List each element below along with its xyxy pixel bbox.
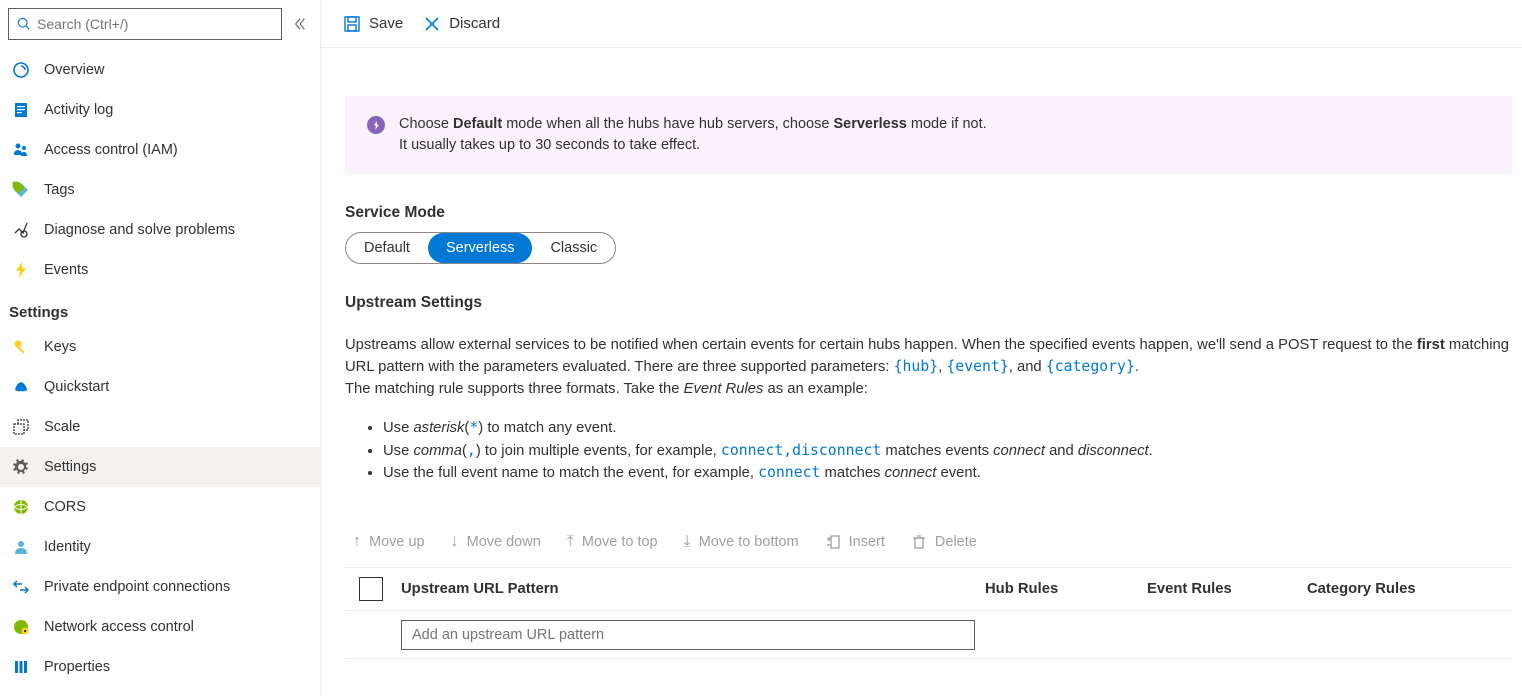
info-text: Choose Default mode when all the hubs ha… bbox=[399, 114, 987, 156]
arrow-top-icon: ⤒ bbox=[567, 533, 574, 551]
discard-icon bbox=[423, 15, 441, 33]
nav-label: Events bbox=[44, 262, 88, 278]
main-content: Save Discard Choose Default mode when al… bbox=[321, 0, 1522, 696]
col-hub-header: Hub Rules bbox=[985, 581, 1147, 597]
save-label: Save bbox=[369, 15, 403, 32]
sidebar: Overview Activity log Access control (IA… bbox=[0, 0, 321, 696]
nav-label: Access control (IAM) bbox=[44, 142, 178, 158]
nav-cors[interactable]: CORS bbox=[0, 487, 320, 527]
search-icon bbox=[17, 17, 31, 31]
access-control-icon bbox=[12, 141, 30, 159]
nav-tags[interactable]: Tags bbox=[0, 170, 320, 210]
nav-scale[interactable]: Scale bbox=[0, 407, 320, 447]
nav-label: Private endpoint connections bbox=[44, 579, 230, 595]
arrow-down-icon: ↓ bbox=[451, 533, 459, 551]
rule-item: Use the full event name to match the eve… bbox=[383, 462, 1512, 485]
upstream-rules-list: Use asterisk(*) to match any event. Use … bbox=[383, 417, 1512, 486]
col-url-header: Upstream URL Pattern bbox=[401, 581, 985, 597]
tags-icon bbox=[12, 181, 30, 199]
nav-label: Keys bbox=[44, 339, 76, 355]
save-icon bbox=[343, 15, 361, 33]
insert-icon bbox=[825, 534, 841, 550]
table-header: Upstream URL Pattern Hub Rules Event Rul… bbox=[345, 567, 1512, 611]
move-top-button[interactable]: ⤒Move to top bbox=[567, 533, 658, 551]
move-bottom-button[interactable]: ⤓Move to bottom bbox=[684, 533, 799, 551]
info-box: Choose Default mode when all the hubs ha… bbox=[345, 96, 1512, 174]
nav-overview[interactable]: Overview bbox=[0, 50, 320, 90]
quickstart-icon bbox=[12, 378, 30, 396]
upstream-title: Upstream Settings bbox=[345, 294, 1512, 312]
nav-label: Scale bbox=[44, 419, 80, 435]
activity-log-icon bbox=[12, 101, 30, 119]
identity-icon bbox=[12, 538, 30, 556]
table-row bbox=[345, 611, 1512, 659]
discard-label: Discard bbox=[449, 15, 500, 32]
nav-identity[interactable]: Identity bbox=[0, 527, 320, 567]
search-input[interactable] bbox=[37, 16, 273, 32]
cors-icon bbox=[12, 498, 30, 516]
diagnose-icon bbox=[12, 221, 30, 239]
nav-keys[interactable]: Keys bbox=[0, 327, 320, 367]
nav-private-endpoint[interactable]: Private endpoint connections bbox=[0, 567, 320, 607]
nav-settings[interactable]: Settings bbox=[0, 447, 320, 487]
nav-network-access[interactable]: Network access control bbox=[0, 607, 320, 647]
arrow-up-icon: ↑ bbox=[353, 533, 361, 551]
scale-icon bbox=[12, 418, 30, 436]
toolbar: Save Discard bbox=[321, 0, 1522, 48]
nav-section-settings: Settings bbox=[0, 290, 320, 327]
nav-events[interactable]: Events bbox=[0, 250, 320, 290]
col-event-header: Event Rules bbox=[1147, 581, 1307, 597]
upstream-url-input[interactable] bbox=[401, 620, 975, 650]
nav-label: CORS bbox=[44, 499, 86, 515]
upstream-description: Upstreams allow external services to be … bbox=[345, 334, 1512, 401]
nav-quickstart[interactable]: Quickstart bbox=[0, 367, 320, 407]
nav-diagnose[interactable]: Diagnose and solve problems bbox=[0, 210, 320, 250]
collapse-sidebar-button[interactable] bbox=[288, 12, 312, 36]
nav-label: Properties bbox=[44, 659, 110, 675]
insert-button[interactable]: Insert bbox=[825, 533, 885, 551]
content-area: Choose Default mode when all the hubs ha… bbox=[321, 48, 1522, 659]
network-access-icon bbox=[12, 618, 30, 636]
nav-label: Settings bbox=[44, 459, 96, 475]
nav-main: Overview Activity log Access control (IA… bbox=[0, 44, 320, 687]
overview-icon bbox=[12, 61, 30, 79]
nav-access-control[interactable]: Access control (IAM) bbox=[0, 130, 320, 170]
move-down-button[interactable]: ↓Move down bbox=[451, 533, 541, 551]
nav-label: Diagnose and solve problems bbox=[44, 222, 235, 238]
mode-default[interactable]: Default bbox=[346, 233, 428, 263]
gear-icon bbox=[12, 458, 30, 476]
nav-label: Overview bbox=[44, 62, 104, 78]
rule-item: Use asterisk(*) to match any event. bbox=[383, 417, 1512, 440]
nav-label: Activity log bbox=[44, 102, 113, 118]
properties-icon bbox=[12, 658, 30, 676]
search-row bbox=[0, 8, 320, 44]
chevron-double-left-icon bbox=[293, 17, 307, 31]
events-icon bbox=[12, 261, 30, 279]
nav-label: Identity bbox=[44, 539, 91, 555]
keys-icon bbox=[12, 338, 30, 356]
move-up-button[interactable]: ↑Move up bbox=[353, 533, 425, 551]
delete-icon bbox=[911, 534, 927, 550]
service-mode-title: Service Mode bbox=[345, 204, 1512, 222]
rule-item: Use comma(,) to join multiple events, fo… bbox=[383, 440, 1512, 463]
mode-classic[interactable]: Classic bbox=[532, 233, 615, 263]
search-box[interactable] bbox=[8, 8, 282, 40]
service-mode-selector: Default Serverless Classic bbox=[345, 232, 616, 264]
save-button[interactable]: Save bbox=[343, 15, 403, 33]
arrow-bottom-icon: ⤓ bbox=[684, 533, 691, 551]
nav-label: Tags bbox=[44, 182, 75, 198]
table-toolbar: ↑Move up ↓Move down ⤒Move to top ⤓Move t… bbox=[345, 533, 1512, 551]
nav-properties[interactable]: Properties bbox=[0, 647, 320, 687]
info-icon bbox=[367, 116, 385, 134]
nav-label: Network access control bbox=[44, 619, 194, 635]
mode-serverless[interactable]: Serverless bbox=[428, 233, 533, 263]
nav-label: Quickstart bbox=[44, 379, 109, 395]
col-cat-header: Category Rules bbox=[1307, 581, 1512, 597]
delete-button[interactable]: Delete bbox=[911, 533, 977, 551]
private-endpoint-icon bbox=[12, 578, 30, 596]
discard-button[interactable]: Discard bbox=[423, 15, 500, 33]
select-all-checkbox[interactable] bbox=[359, 577, 383, 601]
nav-activity-log[interactable]: Activity log bbox=[0, 90, 320, 130]
